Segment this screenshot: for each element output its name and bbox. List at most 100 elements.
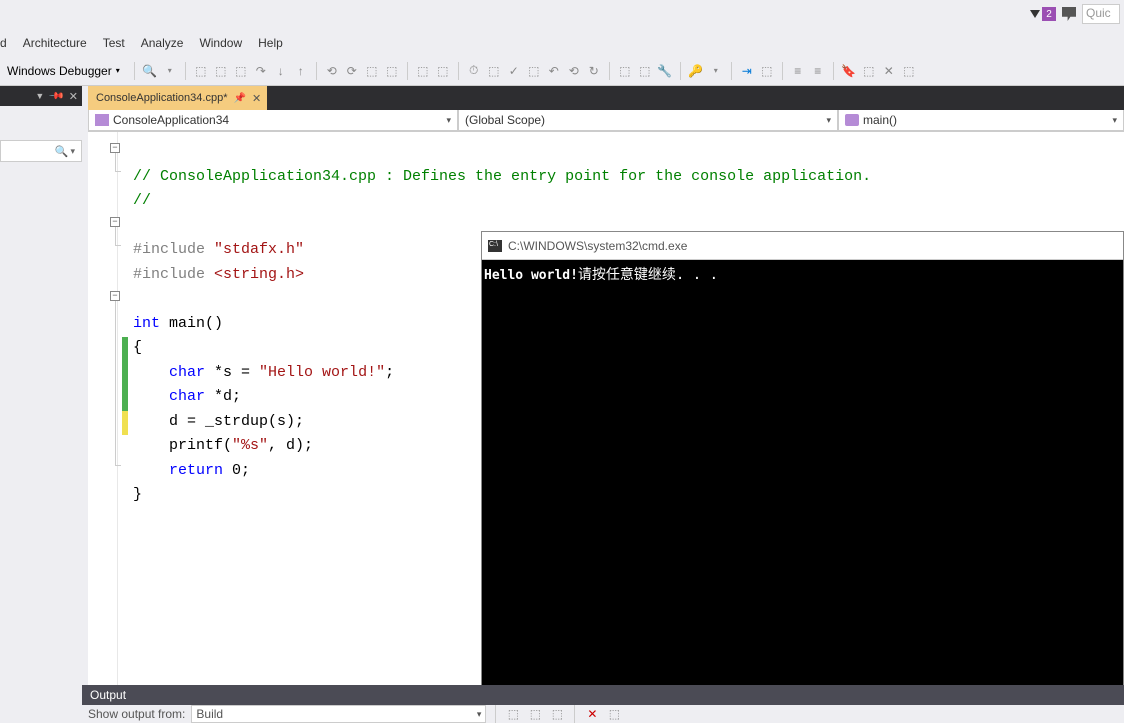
console-titlebar[interactable]: C:\WINDOWS\system32\cmd.exe	[482, 232, 1123, 260]
show-output-from-dropdown[interactable]: Build ▾	[191, 705, 486, 723]
fold-guide-end	[115, 465, 121, 466]
toolbar-icon[interactable]: ⬚	[435, 63, 451, 79]
fold-guide	[115, 153, 116, 171]
side-search-box[interactable]: 🔍 ▾	[0, 140, 82, 162]
toolbar-icon[interactable]: ⬚	[486, 63, 502, 79]
toolbar-separator	[782, 62, 783, 80]
toolbar-icon[interactable]: ⬚	[213, 63, 229, 79]
feedback-icon[interactable]	[1062, 7, 1076, 21]
toggle-wrap-icon[interactable]: ⬚	[606, 706, 622, 722]
scope-label: (Global Scope)	[465, 113, 545, 127]
toolbar-separator	[495, 705, 496, 723]
output-toolbar-icon[interactable]: ⬚	[527, 706, 543, 722]
menu-analyze[interactable]: Analyze	[141, 36, 184, 50]
toolbar-icon[interactable]: ⬚	[233, 63, 249, 79]
toolbar-icon[interactable]: ⬚	[384, 63, 400, 79]
fold-guide-end	[115, 171, 121, 172]
notifications-filter[interactable]: 2	[1030, 7, 1056, 21]
menu-window[interactable]: Window	[199, 36, 242, 50]
key-icon[interactable]: 🔑	[688, 63, 704, 79]
undo-icon[interactable]: ↶	[546, 63, 562, 79]
code-token: "stdafx.h"	[214, 241, 304, 258]
toolbar-separator	[458, 62, 459, 80]
toolbar-separator	[731, 62, 732, 80]
panel-menu-caret-icon[interactable]: ▼	[35, 91, 44, 101]
refresh-icon[interactable]: ↻	[586, 63, 602, 79]
find-in-files-icon[interactable]: 🔍	[142, 63, 158, 79]
pin-icon[interactable]: 📌	[233, 93, 245, 104]
editor-gutter	[88, 132, 118, 685]
toolbar-separator	[833, 62, 834, 80]
toolbar-icon[interactable]: ⟳	[344, 63, 360, 79]
wrench-icon[interactable]: 🔧	[657, 63, 673, 79]
console-window[interactable]: C:\WINDOWS\system32\cmd.exe Hello world!…	[481, 231, 1124, 691]
step-over-icon[interactable]: ↷	[253, 63, 269, 79]
outdent-icon[interactable]: ≡	[810, 63, 826, 79]
fold-toggle-icon[interactable]: −	[110, 143, 120, 153]
toolbar-icon[interactable]: ⬚	[861, 63, 877, 79]
output-toolbar-icon[interactable]: ⬚	[549, 706, 565, 722]
check-icon[interactable]: ✓	[506, 63, 522, 79]
toolbar-icon[interactable]: ⟲	[324, 63, 340, 79]
clear-output-icon[interactable]: ✕	[584, 706, 600, 722]
close-icon[interactable]: ✕	[252, 92, 261, 105]
menu-help[interactable]: Help	[258, 36, 283, 50]
change-marker-bar	[122, 140, 128, 693]
quick-launch-input[interactable]: Quic	[1082, 4, 1120, 24]
change-marker-unsaved	[122, 411, 128, 435]
bookmark-icon[interactable]: 🔖	[841, 63, 857, 79]
member-dropdown[interactable]: main() ▾	[838, 110, 1124, 131]
console-output-pause: 请按任意键继续. . .	[578, 267, 718, 283]
toolbar-separator	[680, 62, 681, 80]
toolbar-icon[interactable]: ⬚	[637, 63, 653, 79]
toolbar-icon[interactable]: ⬚	[759, 63, 775, 79]
menu-truncated[interactable]: d	[0, 36, 7, 50]
code-token: char	[169, 364, 205, 381]
close-icon[interactable]: ✕	[69, 90, 78, 103]
toolbar-icon[interactable]: ⬚	[526, 63, 542, 79]
toolbar-icon[interactable]: ✕	[881, 63, 897, 79]
debug-target-dropdown[interactable]: Windows Debugger ▾	[0, 61, 127, 81]
code-token: *d;	[205, 388, 241, 405]
console-body[interactable]: Hello world!请按任意键继续. . .	[482, 260, 1123, 288]
change-marker-saved	[122, 337, 128, 411]
document-tab-well: ConsoleApplication34.cpp* 📌 ✕	[88, 86, 1124, 110]
toolbar-icon[interactable]: ⬚	[901, 63, 917, 79]
toolbar-icon[interactable]: ⬚	[617, 63, 633, 79]
code-token: main()	[160, 315, 223, 332]
toolbar-dropdown-caret-icon[interactable]: ▾	[708, 63, 724, 79]
toolbar-icon[interactable]: ⬚	[415, 63, 431, 79]
main-toolbar: Windows Debugger ▾ 🔍 ▾ ⬚ ⬚ ⬚ ↷ ↓ ↑ ⟲ ⟳ ⬚…	[0, 56, 1124, 86]
main-menubar: d Architecture Test Analyze Window Help	[0, 32, 283, 54]
timer-icon[interactable]: ⏱	[466, 63, 482, 79]
indent-icon[interactable]: ≡	[790, 63, 806, 79]
step-out-icon[interactable]: ↑	[293, 63, 309, 79]
search-icon: 🔍	[55, 145, 69, 158]
fold-toggle-icon[interactable]: −	[110, 217, 120, 227]
code-token: {	[133, 339, 142, 356]
scope-dropdown[interactable]: (Global Scope) ▾	[458, 110, 838, 131]
toolbar-icon[interactable]: ⇥	[739, 63, 755, 79]
code-token: printf(	[133, 437, 232, 454]
step-into-icon[interactable]: ↓	[273, 63, 289, 79]
toolbar-icon[interactable]: ⬚	[364, 63, 380, 79]
toolbar-icon[interactable]: ⬚	[193, 63, 209, 79]
toolbar-separator	[316, 62, 317, 80]
history-icon[interactable]: ⟲	[566, 63, 582, 79]
output-toolbar-icon[interactable]: ⬚	[505, 706, 521, 722]
file-tab-active[interactable]: ConsoleApplication34.cpp* 📌 ✕	[88, 86, 267, 110]
code-token: , d);	[268, 437, 313, 454]
pin-icon[interactable]: 📌	[48, 88, 65, 105]
fold-guide-end	[115, 245, 121, 246]
menu-test[interactable]: Test	[103, 36, 125, 50]
project-dropdown[interactable]: ConsoleApplication34 ▾	[88, 110, 458, 131]
code-token: "%s"	[232, 437, 268, 454]
project-icon	[95, 114, 109, 126]
menu-architecture[interactable]: Architecture	[23, 36, 87, 50]
output-panel-title[interactable]: Output	[82, 685, 1124, 705]
code-token: }	[133, 486, 142, 503]
show-output-from-label: Show output from:	[88, 707, 185, 721]
fold-toggle-icon[interactable]: −	[110, 291, 120, 301]
code-token: d = _strdup(s);	[133, 413, 304, 430]
toolbar-dropdown-caret-icon[interactable]: ▾	[162, 63, 178, 79]
